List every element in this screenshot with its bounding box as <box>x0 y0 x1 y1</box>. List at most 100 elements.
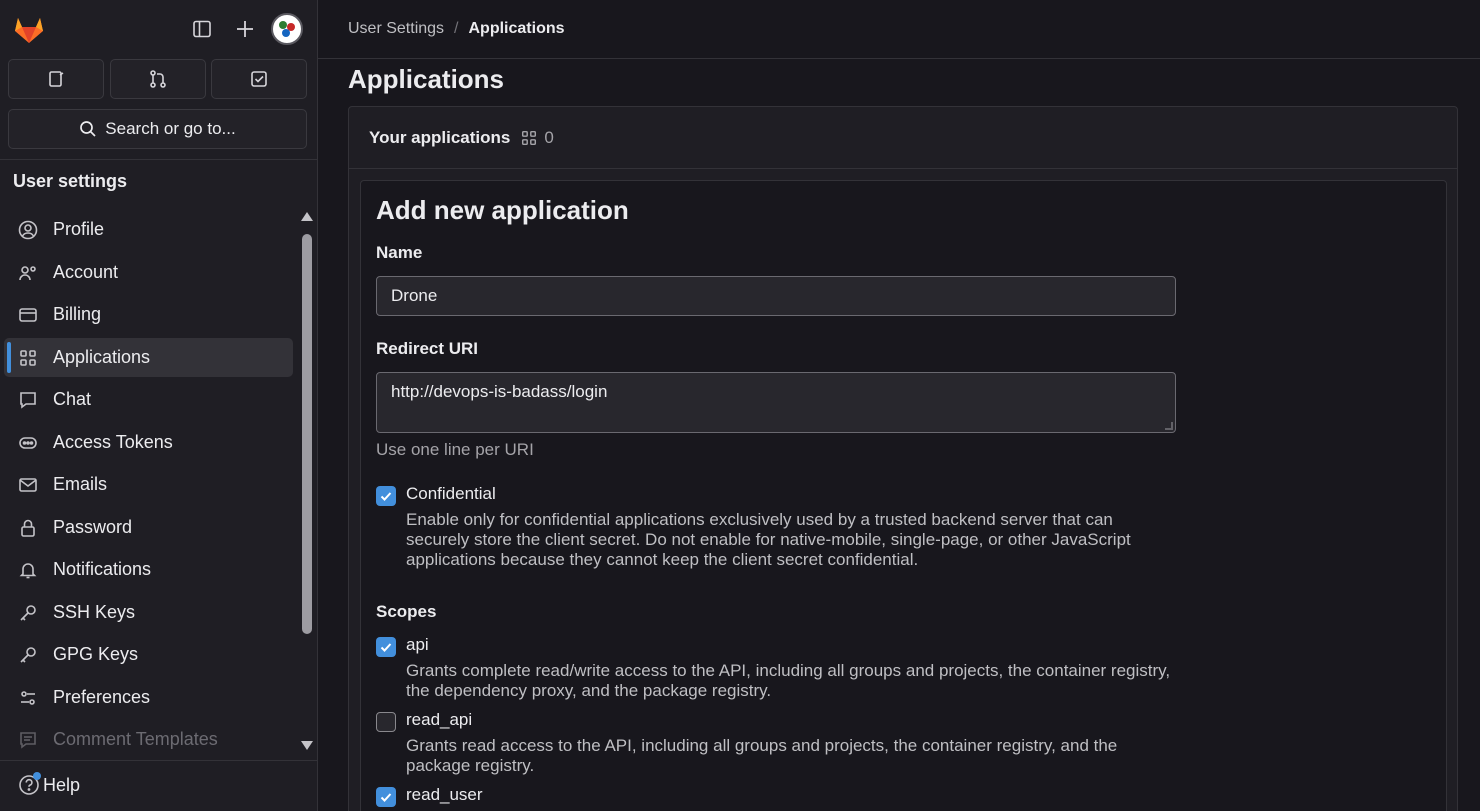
preferences-icon <box>16 686 40 710</box>
sidebar-header <box>0 0 318 60</box>
sidebar-item-label: Access Tokens <box>53 432 173 452</box>
top-bar: User Settings / Applications <box>318 0 1480 59</box>
confidential-description: Enable only for confidential application… <box>406 510 1131 569</box>
check-icon <box>380 643 392 652</box>
sidebar-nav: Profile Account Billing Applications Cha… <box>0 206 298 756</box>
applications-card: Your applications 0 Add new application … <box>348 106 1458 811</box>
scope-read-user-label[interactable]: read_user <box>406 785 483 805</box>
sidebar-item-label: SSH Keys <box>53 602 136 622</box>
sidebar-item-account[interactable]: Account <box>4 253 293 292</box>
sidebar-item-chat[interactable]: Chat <box>4 380 293 419</box>
sidebar-section-title: User settings <box>13 171 128 191</box>
sidebar-item-label: Chat <box>53 389 92 409</box>
sidebar-item-access-tokens[interactable]: Access Tokens <box>4 423 293 462</box>
sidebar-item-label: Account <box>53 262 119 282</box>
merge-request-icon <box>150 70 166 88</box>
key-icon <box>16 643 40 667</box>
applications-count: 0 <box>520 127 554 148</box>
page-title: Applications <box>348 64 505 94</box>
resize-handle-icon[interactable] <box>1165 422 1173 430</box>
scope-read-api-checkbox[interactable] <box>376 712 396 732</box>
plus-icon[interactable] <box>230 14 260 44</box>
add-application-form: Add new application Name Drone Redirect … <box>360 180 1447 811</box>
merge-requests-button[interactable] <box>110 59 206 99</box>
account-icon <box>16 261 40 285</box>
help-icon <box>18 772 41 796</box>
sidebar-divider <box>0 159 318 160</box>
scopes-label: Scopes <box>376 602 437 621</box>
sidebar-bottom-divider <box>0 760 318 761</box>
applications-count-value: 0 <box>544 127 554 147</box>
scope-api-description: Grants complete read/write access to the… <box>406 661 1171 700</box>
toggle-sidebar-icon[interactable] <box>187 14 217 44</box>
redirect-uri-value: http://devops-is-badass/login <box>391 382 608 401</box>
help-label: Help <box>43 774 81 795</box>
sidebar-item-password[interactable]: Password <box>4 508 293 547</box>
sidebar-item-gpg-keys[interactable]: GPG Keys <box>4 635 293 674</box>
your-applications-header: Your applications 0 <box>349 107 1457 169</box>
check-icon <box>380 793 392 802</box>
name-field[interactable]: Drone <box>376 276 1176 316</box>
sidebar-item-applications[interactable]: Applications <box>4 338 293 377</box>
scroll-up-arrow-icon[interactable] <box>301 212 313 221</box>
form-heading: Add new application <box>376 195 629 225</box>
todo-button[interactable] <box>211 59 307 99</box>
search-label: Search or go to... <box>105 119 236 138</box>
check-icon <box>380 492 392 501</box>
confidential-label[interactable]: Confidential <box>406 484 496 504</box>
sidebar-item-label: Notifications <box>53 559 152 579</box>
sidebar-item-label: Emails <box>53 474 108 494</box>
issues-icon <box>49 71 64 87</box>
sidebar-item-label: GPG Keys <box>53 644 139 664</box>
applications-icon <box>16 346 40 370</box>
name-label: Name <box>376 243 423 262</box>
billing-icon <box>16 303 40 327</box>
sidebar-item-label: Comment Templates <box>53 729 218 749</box>
sidebar-item-ssh-keys[interactable]: SSH Keys <box>4 593 293 632</box>
key-icon <box>16 601 40 625</box>
sidebar-item-label: Applications <box>53 347 151 367</box>
breadcrumb-current[interactable]: Applications <box>469 20 565 38</box>
chat-icon <box>16 388 40 412</box>
your-applications-label: Your applications <box>369 127 511 147</box>
mail-icon <box>16 473 40 497</box>
scope-read-user-checkbox[interactable] <box>376 787 396 807</box>
sidebar-item-label: Preferences <box>53 687 151 707</box>
scope-read-api-description: Grants read access to the API, including… <box>406 736 1118 775</box>
search-icon <box>80 121 96 137</box>
confidential-checkbox[interactable] <box>376 486 396 506</box>
comment-icon <box>16 728 40 752</box>
avatar[interactable] <box>271 13 303 45</box>
redirect-uri-field[interactable]: http://devops-is-badass/login <box>376 372 1176 433</box>
scope-read-api-label[interactable]: read_api <box>406 710 472 730</box>
breadcrumb-separator: / <box>454 20 459 37</box>
scope-api-checkbox[interactable] <box>376 637 396 657</box>
profile-icon <box>16 218 40 242</box>
sidebar-scrollbar[interactable] <box>299 206 316 756</box>
redirect-uri-help: Use one line per URI <box>376 440 534 459</box>
sidebar-item-preferences[interactable]: Preferences <box>4 678 293 717</box>
sidebar-item-label: Password <box>53 517 133 537</box>
scope-api-label[interactable]: api <box>406 635 429 655</box>
issues-button[interactable] <box>8 59 104 99</box>
sidebar-item-billing[interactable]: Billing <box>4 295 293 334</box>
sidebar-item-profile[interactable]: Profile <box>4 210 293 249</box>
breadcrumb: User Settings / Applications <box>348 20 565 38</box>
bell-icon <box>16 558 40 582</box>
sidebar-item-comment-templates[interactable]: Comment Templates <box>4 720 293 756</box>
sidebar-item-label: Profile <box>53 219 105 239</box>
token-icon <box>16 431 40 455</box>
scrollbar-thumb[interactable] <box>302 234 312 634</box>
gitlab-logo-icon[interactable] <box>12 12 46 46</box>
sidebar-item-label: Billing <box>53 304 102 324</box>
scroll-down-arrow-icon[interactable] <box>301 741 313 750</box>
lock-icon <box>16 516 40 540</box>
search-button[interactable]: Search or go to... <box>8 109 307 149</box>
applications-icon <box>522 130 537 145</box>
notification-dot <box>33 772 41 780</box>
help-button[interactable]: Help <box>18 772 81 796</box>
sidebar-item-notifications[interactable]: Notifications <box>4 550 293 589</box>
redirect-uri-label: Redirect URI <box>376 339 479 358</box>
sidebar-item-emails[interactable]: Emails <box>4 465 293 504</box>
breadcrumb-user-settings[interactable]: User Settings <box>348 20 444 38</box>
